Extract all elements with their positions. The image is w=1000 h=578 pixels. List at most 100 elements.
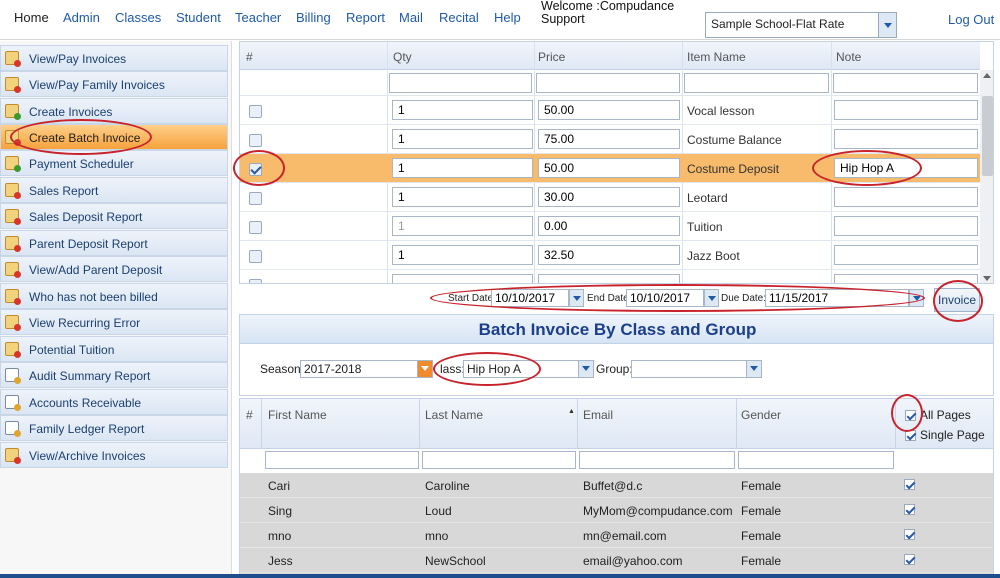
row-checkbox[interactable] — [249, 134, 262, 147]
qty-input[interactable] — [392, 245, 533, 265]
last-name-filter-input[interactable] — [422, 451, 576, 469]
table-row[interactable]: mno mno mn@email.com Female — [240, 523, 993, 548]
table-row-partial[interactable] — [240, 270, 980, 283]
chevron-down-icon[interactable] — [578, 361, 593, 377]
row-checkbox[interactable] — [249, 279, 262, 283]
sidebar-item-audit-summary-report[interactable]: Audit Summary Report — [0, 362, 228, 388]
scroll-up-icon[interactable] — [983, 73, 991, 78]
price-input[interactable] — [538, 100, 680, 120]
table-row[interactable]: Jazz Boot — [240, 241, 980, 270]
invoice-button[interactable]: Invoice — [934, 288, 980, 312]
qty-input[interactable] — [392, 187, 533, 207]
nav-classes[interactable]: Classes — [115, 10, 161, 25]
sidebar-item-payment-scheduler[interactable]: Payment Scheduler — [0, 150, 228, 176]
item-filter-input[interactable] — [684, 73, 829, 93]
chevron-down-icon[interactable] — [746, 361, 761, 377]
all-pages-checkbox[interactable] — [905, 410, 916, 421]
sidebar-item-family-ledger-report[interactable]: Family Ledger Report — [0, 415, 228, 441]
col-header-note[interactable]: Note — [836, 50, 861, 64]
table-row[interactable]: Sing Loud MyMom@compudance.com Female — [240, 498, 993, 523]
sidebar-item-who-has-not-been-billed[interactable]: Who has not been billed — [0, 283, 228, 309]
sidebar-item-view-recurring-error[interactable]: View Recurring Error — [0, 309, 228, 335]
price-input[interactable] — [538, 129, 680, 149]
row-checkbox-checked[interactable] — [904, 504, 915, 515]
table-row[interactable]: Costume Balance — [240, 125, 980, 154]
qty-input[interactable] — [392, 129, 533, 149]
chevron-down-icon[interactable] — [704, 289, 719, 307]
start-date-input[interactable] — [491, 289, 569, 307]
sidebar-item-parent-deposit-report[interactable]: Parent Deposit Report — [0, 230, 228, 256]
nav-admin[interactable]: Admin — [63, 10, 100, 25]
nav-student[interactable]: Student — [176, 10, 221, 25]
table-row[interactable]: Vocal lesson — [240, 96, 980, 125]
price-input[interactable] — [538, 274, 680, 283]
scroll-thumb[interactable] — [982, 96, 993, 176]
note-input[interactable] — [834, 216, 978, 236]
col-header-first-name[interactable]: First Name — [268, 408, 327, 422]
note-input[interactable] — [834, 100, 978, 120]
price-input[interactable] — [538, 158, 680, 178]
note-input[interactable] — [834, 129, 978, 149]
season-select[interactable]: 2017-2018 — [300, 360, 433, 378]
row-checkbox[interactable] — [249, 221, 262, 234]
end-date-input[interactable] — [626, 289, 704, 307]
gender-filter-input[interactable] — [738, 451, 894, 469]
price-input[interactable] — [538, 245, 680, 265]
sidebar-item-sales-report[interactable]: Sales Report — [0, 177, 228, 203]
table-row[interactable]: Tuition — [240, 212, 980, 241]
qty-input[interactable] — [392, 158, 533, 178]
col-header-qty[interactable]: Qty — [393, 50, 412, 64]
note-input[interactable] — [834, 274, 978, 283]
due-date-input[interactable] — [765, 289, 909, 307]
col-header-email[interactable]: Email — [583, 408, 613, 422]
row-checkbox[interactable] — [249, 192, 262, 205]
group-select[interactable] — [631, 360, 762, 378]
col-header-item-name[interactable]: Item Name — [687, 50, 746, 64]
single-page-checkbox[interactable] — [905, 430, 916, 441]
nav-teacher[interactable]: Teacher — [235, 10, 281, 25]
row-checkbox[interactable] — [249, 250, 262, 263]
qty-input[interactable] — [392, 216, 533, 236]
sidebar-item-view-pay-invoices[interactable]: View/Pay Invoices — [0, 45, 228, 71]
scroll-down-icon[interactable] — [983, 276, 991, 281]
sidebar-item-create-batch-invoice[interactable]: Create Batch Invoice — [0, 124, 228, 150]
nav-billing[interactable]: Billing — [296, 10, 331, 25]
row-checkbox[interactable] — [249, 105, 262, 118]
calendar-icon[interactable] — [909, 289, 924, 307]
row-checkbox-checked[interactable] — [904, 479, 915, 490]
qty-input[interactable] — [392, 100, 533, 120]
price-filter-input[interactable] — [536, 73, 680, 93]
price-input[interactable] — [538, 187, 680, 207]
col-header-price[interactable]: Price — [538, 50, 565, 64]
sidebar-item-view-archive-invoices[interactable]: View/Archive Invoices — [0, 442, 228, 468]
note-input[interactable] — [834, 187, 978, 207]
sidebar-item-view-pay-family-invoices[interactable]: View/Pay Family Invoices — [0, 71, 228, 97]
nav-home[interactable]: Home — [14, 10, 49, 25]
nav-mail[interactable]: Mail — [399, 10, 423, 25]
email-filter-input[interactable] — [579, 451, 735, 469]
note-filter-input[interactable] — [833, 73, 978, 93]
sidebar-item-create-invoices[interactable]: Create Invoices — [0, 98, 228, 124]
table-row[interactable]: Jess NewSchool email@yahoo.com Female — [240, 548, 993, 573]
nav-help[interactable]: Help — [494, 10, 521, 25]
col-header-gender[interactable]: Gender — [741, 408, 781, 422]
chevron-down-icon[interactable] — [417, 361, 432, 377]
class-select[interactable]: Hip Hop A — [463, 360, 594, 378]
nav-recital[interactable]: Recital — [439, 10, 479, 25]
nav-report[interactable]: Report — [346, 10, 385, 25]
chevron-down-icon[interactable] — [569, 289, 584, 307]
price-input[interactable] — [538, 216, 680, 236]
sidebar-item-accounts-receivable[interactable]: Accounts Receivable — [0, 389, 228, 415]
sidebar-item-potential-tuition[interactable]: Potential Tuition — [0, 336, 228, 362]
table-row[interactable]: Leotard — [240, 183, 980, 212]
table-row-selected[interactable]: Costume Deposit — [240, 154, 980, 183]
table-row[interactable]: Cari Caroline Buffet@d.c Female — [240, 473, 993, 498]
school-select[interactable]: Sample School-Flat Rate — [705, 12, 897, 38]
note-input[interactable] — [834, 245, 978, 265]
row-checkbox-checked[interactable] — [249, 163, 262, 176]
qty-input[interactable] — [392, 274, 533, 283]
chevron-down-icon[interactable] — [878, 13, 896, 37]
qty-filter-input[interactable] — [389, 73, 532, 93]
sort-asc-icon[interactable]: ▲ — [568, 408, 575, 415]
note-input[interactable] — [834, 158, 978, 178]
